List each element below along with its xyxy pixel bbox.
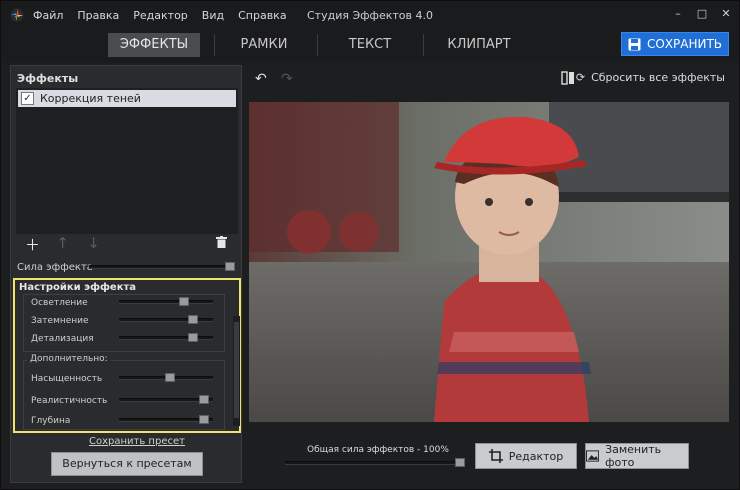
overall-strength-label: Общая сила эффектов - 100% bbox=[307, 445, 449, 455]
settings-scrollbar[interactable] bbox=[233, 316, 240, 426]
list-item[interactable]: ✓ Коррекция теней bbox=[18, 90, 236, 107]
overall-strength-slider[interactable] bbox=[285, 458, 465, 467]
detail-label: Детализация bbox=[31, 334, 94, 344]
app-logo-icon bbox=[10, 8, 24, 22]
window-controls: – □ ✕ bbox=[671, 7, 733, 21]
tab-frames[interactable]: РАМКИ bbox=[223, 33, 305, 57]
menu-edit[interactable]: Правка bbox=[77, 9, 119, 22]
save-preset-link[interactable]: Сохранить пресет bbox=[89, 436, 185, 447]
app-window: Файл Правка Редактор Вид Справка Студия … bbox=[0, 0, 740, 490]
floppy-disk-icon bbox=[628, 38, 641, 50]
reset-effects-button[interactable]: ⟳ Сбросить все эффекты bbox=[576, 71, 725, 84]
brighten-slider[interactable] bbox=[119, 297, 213, 306]
depth-label: Глубина bbox=[31, 416, 71, 426]
maximize-icon[interactable]: □ bbox=[695, 7, 709, 21]
tab-divider bbox=[423, 34, 424, 56]
effects-panel-title: Эффекты bbox=[17, 72, 79, 85]
compare-icon[interactable] bbox=[561, 71, 575, 85]
refresh-icon: ⟳ bbox=[575, 71, 586, 84]
move-down-icon[interactable]: ↓ bbox=[87, 234, 100, 255]
move-up-icon[interactable]: ↑ bbox=[56, 234, 69, 255]
image-icon bbox=[586, 450, 600, 462]
brighten-label: Осветление bbox=[31, 298, 88, 308]
darken-slider[interactable] bbox=[119, 315, 213, 324]
tab-effects[interactable]: ЭФФЕКТЫ bbox=[108, 33, 200, 57]
darken-label: Затемнение bbox=[31, 316, 89, 326]
crop-icon bbox=[488, 449, 503, 463]
slider-thumb[interactable] bbox=[179, 297, 190, 306]
checkbox-checked-icon[interactable]: ✓ bbox=[21, 92, 34, 105]
reset-effects-label: Сбросить все эффекты bbox=[591, 71, 725, 84]
tab-text[interactable]: ТЕКСТ bbox=[329, 33, 411, 57]
redo-icon[interactable]: ↷ bbox=[281, 71, 293, 87]
editor-button[interactable]: Редактор bbox=[475, 443, 577, 469]
undo-icon[interactable]: ↶ bbox=[255, 71, 267, 87]
bottom-bar: Общая сила эффектов - 100% Редактор Заме… bbox=[249, 429, 739, 483]
save-button[interactable]: СОХРАНИТЬ bbox=[621, 32, 729, 56]
slider-thumb[interactable] bbox=[455, 458, 465, 467]
depth-slider[interactable] bbox=[119, 415, 213, 424]
menu-bar: Файл Правка Редактор Вид Справка bbox=[33, 9, 287, 22]
image-toolbar: ↶ ↷ ⟳ Сбросить все эффекты bbox=[249, 65, 739, 93]
delete-effect-icon[interactable] bbox=[216, 236, 227, 248]
menu-file[interactable]: Файл bbox=[33, 9, 63, 22]
slider-thumb[interactable] bbox=[187, 333, 198, 342]
menu-editor[interactable]: Редактор bbox=[133, 9, 188, 22]
close-icon[interactable]: ✕ bbox=[719, 7, 733, 21]
effect-settings-panel: Настройки эффекта Осветление Затемнение … bbox=[13, 278, 241, 433]
tabs-bar: ЭФФЕКТЫ РАМКИ ТЕКСТ КЛИПАРТ СОХРАНИТЬ bbox=[1, 29, 739, 63]
slider-thumb[interactable] bbox=[165, 373, 176, 382]
save-button-label: СОХРАНИТЬ bbox=[646, 37, 723, 51]
slider-thumb[interactable] bbox=[198, 395, 209, 404]
saturation-label: Насыщенность bbox=[31, 374, 103, 384]
effects-list[interactable]: ✓ Коррекция теней bbox=[16, 88, 238, 234]
effects-actions: ＋ ↑ ↓ bbox=[25, 234, 100, 255]
tab-divider bbox=[214, 34, 215, 56]
back-to-presets-button[interactable]: Вернуться к пресетам bbox=[51, 452, 203, 476]
slider-thumb[interactable] bbox=[225, 262, 235, 271]
photo-preview bbox=[249, 102, 729, 422]
editor-button-label: Редактор bbox=[508, 449, 564, 463]
slider-thumb[interactable] bbox=[198, 415, 209, 424]
slider-thumb[interactable] bbox=[187, 315, 198, 324]
tab-divider bbox=[317, 34, 318, 56]
menu-view[interactable]: Вид bbox=[202, 9, 224, 22]
add-effect-icon[interactable]: ＋ bbox=[25, 234, 40, 255]
menu-help[interactable]: Справка bbox=[238, 9, 286, 22]
realism-label: Реалистичность bbox=[31, 396, 108, 406]
replace-photo-label: Заменить фото bbox=[605, 443, 662, 469]
effect-strength-label: Сила эффекта bbox=[17, 262, 93, 273]
tab-clipart[interactable]: КЛИПАРТ bbox=[433, 33, 525, 57]
realism-slider[interactable] bbox=[119, 395, 213, 404]
effect-strength-slider[interactable] bbox=[89, 262, 235, 271]
detail-slider[interactable] bbox=[119, 333, 213, 342]
minimize-icon[interactable]: – bbox=[671, 7, 685, 21]
saturation-slider[interactable] bbox=[119, 373, 213, 382]
settings-panel-title: Настройки эффекта bbox=[19, 282, 137, 293]
effect-item-label: Коррекция теней bbox=[40, 92, 141, 105]
extra-group-title: Дополнительно: bbox=[27, 354, 111, 364]
replace-photo-button[interactable]: Заменить фото bbox=[585, 443, 689, 469]
title-bar: Файл Правка Редактор Вид Справка Студия … bbox=[1, 1, 739, 29]
left-panel: Эффекты ✓ Коррекция теней ＋ ↑ ↓ Сила эфф… bbox=[10, 65, 242, 483]
scrollbar-thumb[interactable] bbox=[234, 322, 239, 418]
